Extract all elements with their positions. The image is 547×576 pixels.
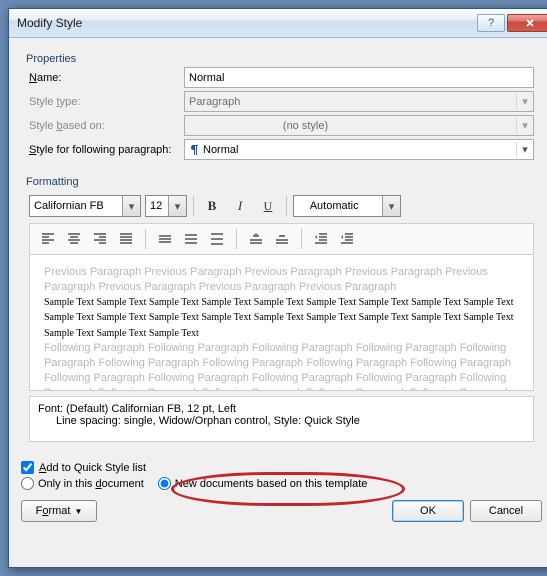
desc-line1: Font: (Default) Californian FB, 12 pt, L… bbox=[38, 403, 525, 415]
font-toolbar: Californian FB▾ 12▾ B I U Automatic▾ bbox=[29, 195, 534, 217]
separator bbox=[193, 196, 194, 216]
cancel-button[interactable]: Cancel bbox=[470, 500, 542, 522]
chevron-down-icon: ▾ bbox=[168, 196, 186, 216]
style-type-select: Paragraph▾ bbox=[184, 91, 534, 112]
titlebar: Modify Style ? bbox=[9, 9, 547, 38]
help-button[interactable]: ? bbox=[477, 14, 505, 32]
spacing-1.5-button[interactable] bbox=[179, 228, 203, 250]
separator bbox=[286, 196, 287, 216]
chevron-down-icon: ▾ bbox=[516, 94, 533, 109]
pilcrow-icon bbox=[189, 144, 199, 156]
desc-line2: Line spacing: single, Widow/Orphan contr… bbox=[38, 415, 525, 427]
based-on-label: Style based on: bbox=[29, 120, 184, 132]
only-document-radio-label[interactable]: Only in this document bbox=[21, 477, 144, 490]
bold-button[interactable]: B bbox=[200, 195, 224, 217]
chevron-down-icon: ▾ bbox=[382, 196, 400, 216]
button-row: Format▼ OK Cancel bbox=[21, 500, 542, 522]
add-quick-style-checkbox[interactable] bbox=[21, 461, 34, 474]
space-before-inc-button[interactable] bbox=[244, 228, 268, 250]
indent-increase-button[interactable] bbox=[335, 228, 359, 250]
formatting-group: Formatting Californian FB▾ 12▾ B I U Aut… bbox=[21, 177, 542, 450]
chevron-down-icon: ▾ bbox=[516, 142, 533, 157]
space-before-dec-button[interactable] bbox=[270, 228, 294, 250]
properties-legend: Properties bbox=[23, 53, 79, 65]
name-input[interactable]: Normal bbox=[184, 67, 534, 88]
align-center-button[interactable] bbox=[62, 228, 86, 250]
chevron-down-icon: ▾ bbox=[122, 196, 140, 216]
preview-previous: Previous Paragraph Previous Paragraph Pr… bbox=[44, 265, 519, 295]
svg-text:?: ? bbox=[488, 18, 494, 28]
based-on-select: (no style)▾ bbox=[184, 115, 534, 136]
following-select[interactable]: Normal ▾ bbox=[184, 139, 534, 160]
options-area: Add to Quick Style list Only in this doc… bbox=[21, 458, 542, 490]
italic-button[interactable]: I bbox=[228, 195, 252, 217]
new-documents-radio[interactable] bbox=[158, 477, 171, 490]
name-label: Name: bbox=[29, 72, 184, 84]
preview-following: Following Paragraph Following Paragraph … bbox=[44, 341, 519, 391]
close-button[interactable] bbox=[507, 14, 547, 32]
spacing-2-button[interactable] bbox=[205, 228, 229, 250]
chevron-down-icon: ▼ bbox=[74, 507, 82, 516]
align-left-button[interactable] bbox=[36, 228, 60, 250]
formatting-legend: Formatting bbox=[23, 176, 82, 188]
only-document-radio[interactable] bbox=[21, 477, 34, 490]
dialog-title: Modify Style bbox=[17, 16, 476, 30]
separator bbox=[145, 229, 146, 249]
chevron-down-icon: ▾ bbox=[516, 118, 533, 133]
following-label: Style for following paragraph: bbox=[29, 144, 184, 156]
align-right-button[interactable] bbox=[88, 228, 112, 250]
align-justify-button[interactable] bbox=[114, 228, 138, 250]
separator bbox=[236, 229, 237, 249]
font-color-combo[interactable]: Automatic▾ bbox=[293, 195, 401, 217]
modify-style-dialog: Modify Style ? Properties Name: Normal S… bbox=[8, 8, 547, 568]
add-quick-style-label: Add to Quick Style list bbox=[39, 462, 146, 474]
preview-sample: Sample Text Sample Text Sample Text Samp… bbox=[44, 295, 519, 342]
font-name-combo[interactable]: Californian FB▾ bbox=[29, 195, 141, 217]
spacing-1-button[interactable] bbox=[153, 228, 177, 250]
new-documents-radio-label[interactable]: New documents based on this template bbox=[158, 477, 368, 490]
indent-decrease-button[interactable] bbox=[309, 228, 333, 250]
font-size-combo[interactable]: 12▾ bbox=[145, 195, 187, 217]
style-type-label: Style type: bbox=[29, 96, 184, 108]
format-button[interactable]: Format▼ bbox=[21, 500, 97, 522]
underline-button[interactable]: U bbox=[256, 195, 280, 217]
paragraph-toolbar bbox=[29, 223, 534, 255]
properties-group: Properties Name: Normal Style type: Para… bbox=[21, 54, 542, 171]
ok-button[interactable]: OK bbox=[392, 500, 464, 522]
style-description: Font: (Default) Californian FB, 12 pt, L… bbox=[29, 396, 534, 442]
preview-pane: Previous Paragraph Previous Paragraph Pr… bbox=[29, 255, 534, 391]
separator bbox=[301, 229, 302, 249]
